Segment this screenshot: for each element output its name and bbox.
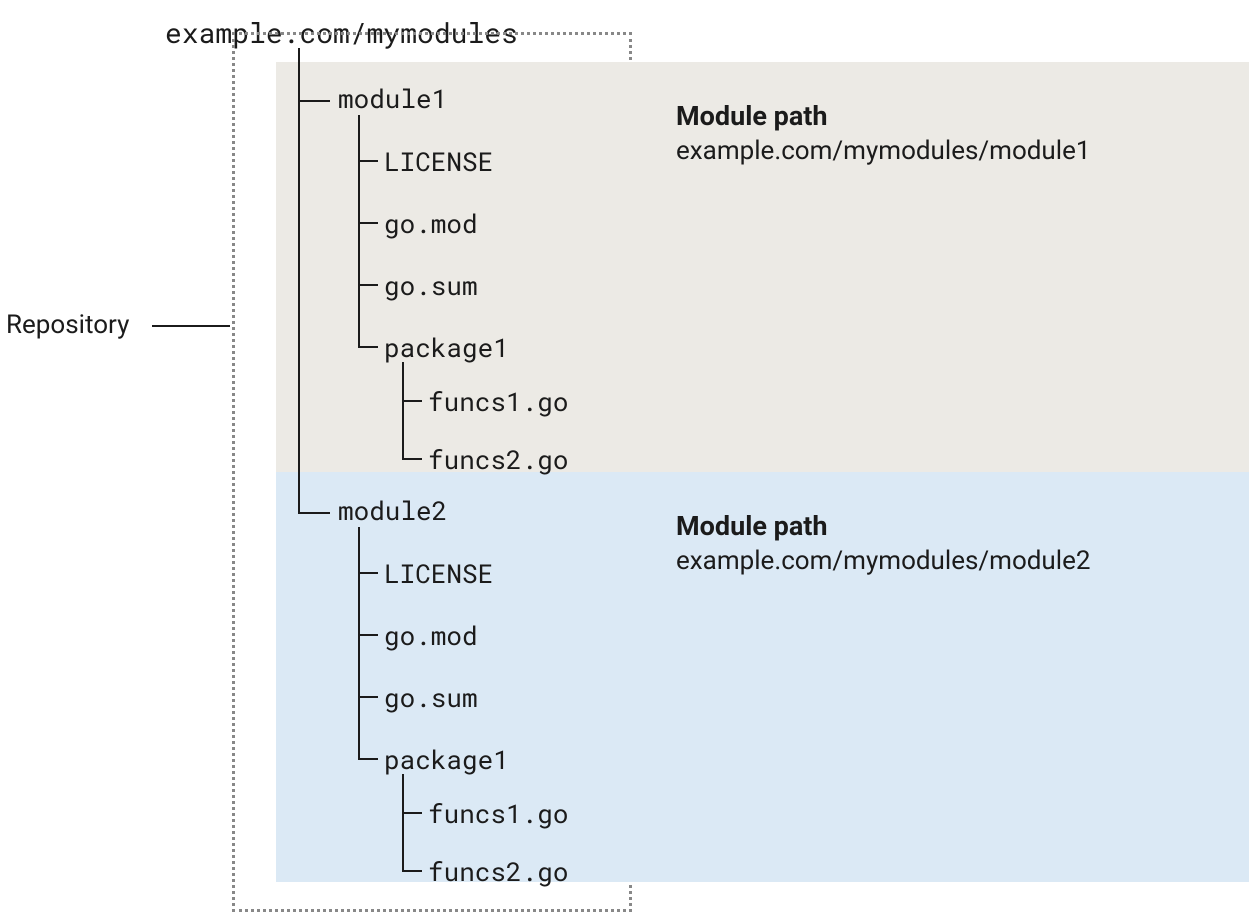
- tree-tick: [358, 696, 378, 698]
- file-funcs1: funcs1.go: [428, 797, 568, 831]
- tree-branch: [402, 774, 404, 872]
- module1-caption: Module path example.com/mymodules/module…: [676, 100, 1216, 166]
- tree-tick: [402, 400, 422, 402]
- module2-caption: Module path example.com/mymodules/module…: [676, 510, 1216, 576]
- file-gomod: go.mod: [384, 619, 478, 653]
- module1-caption-path: example.com/mymodules/module1: [676, 136, 1216, 166]
- tree-tick: [358, 572, 378, 574]
- tree-tick: [358, 284, 378, 286]
- module1-name: module1: [338, 82, 447, 116]
- tree-tick: [358, 222, 378, 224]
- module2-caption-title: Module path: [676, 510, 1216, 542]
- file-gomod: go.mod: [384, 207, 478, 241]
- tree-trunk: [298, 48, 300, 514]
- tree-tick: [358, 160, 378, 162]
- repository-label: Repository: [6, 310, 129, 340]
- module2-caption-path: example.com/mymodules/module2: [676, 546, 1216, 576]
- tree-tick: [402, 458, 422, 460]
- tree-branch: [358, 527, 360, 759]
- tree-tick: [298, 100, 330, 102]
- tree-branch: [402, 362, 404, 460]
- file-gosum: go.sum: [384, 681, 478, 715]
- dir-package1: package1: [384, 743, 509, 777]
- file-license: LICENSE: [384, 557, 493, 591]
- file-funcs2: funcs2.go: [428, 443, 568, 477]
- tree-tick: [358, 634, 378, 636]
- module2-name: module2: [338, 494, 447, 528]
- tree-tick: [402, 870, 422, 872]
- file-funcs2: funcs2.go: [428, 855, 568, 889]
- file-license: LICENSE: [384, 145, 493, 179]
- repository-callout-line: [152, 325, 230, 327]
- module1-caption-title: Module path: [676, 100, 1216, 132]
- tree-tick: [298, 512, 330, 514]
- dir-package1: package1: [384, 331, 509, 365]
- file-gosum: go.sum: [384, 269, 478, 303]
- tree-tick: [358, 758, 378, 760]
- tree-branch: [358, 115, 360, 347]
- file-funcs1: funcs1.go: [428, 385, 568, 419]
- tree-tick: [358, 346, 378, 348]
- tree-tick: [402, 812, 422, 814]
